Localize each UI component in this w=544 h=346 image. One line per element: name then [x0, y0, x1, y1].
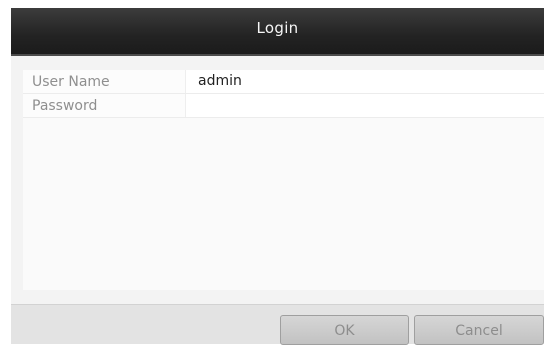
login-form: User Name admin Password: [23, 70, 544, 290]
password-label: Password: [32, 98, 98, 114]
user-name-label: User Name: [32, 74, 110, 90]
password-field[interactable]: [185, 94, 544, 117]
password-row: Password: [23, 94, 544, 118]
cancel-button[interactable]: Cancel: [414, 315, 544, 345]
title-bar: Login: [11, 8, 544, 56]
login-dialog: Login User Name admin Password OK Cancel: [11, 8, 544, 345]
user-name-value: admin: [198, 73, 242, 89]
button-bar: OK Cancel: [11, 304, 544, 345]
user-name-row: User Name admin: [23, 70, 544, 94]
ok-button[interactable]: OK: [280, 315, 409, 345]
user-name-field[interactable]: admin: [185, 70, 544, 93]
dialog-title: Login: [256, 19, 299, 37]
